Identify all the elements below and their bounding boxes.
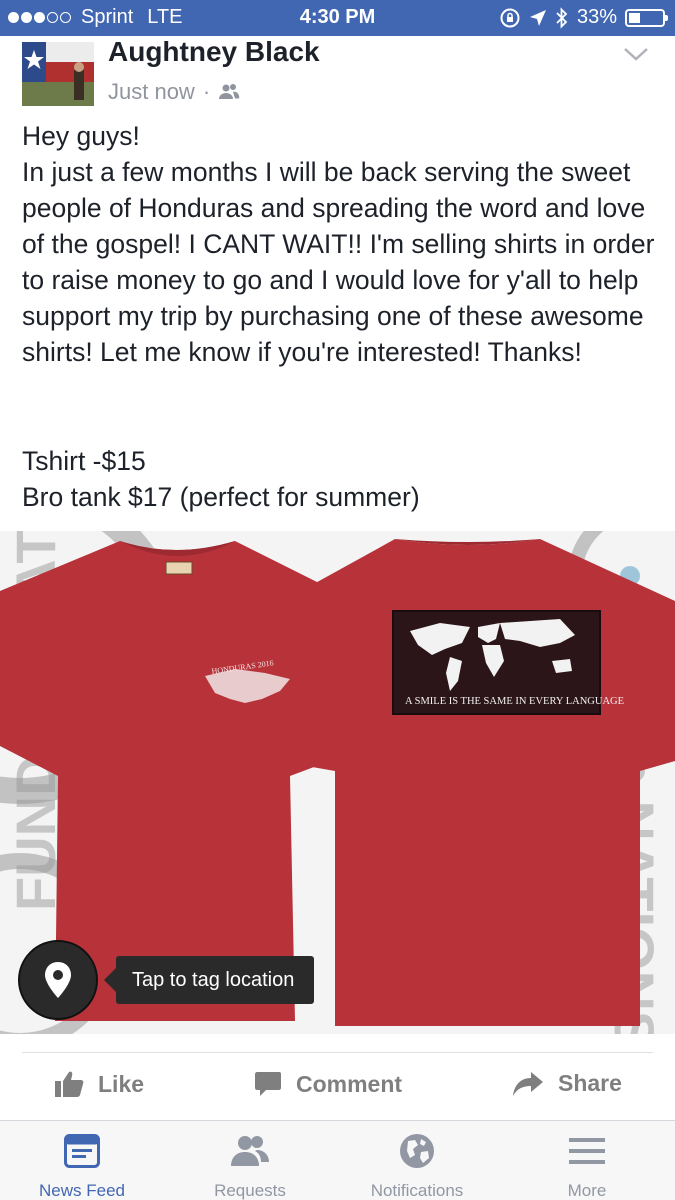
orientation-lock-icon <box>500 8 520 27</box>
tag-location-button[interactable] <box>18 940 98 1020</box>
status-bar: Sprint LTE 4:30 PM 33% <box>0 0 675 36</box>
avatar[interactable] <box>22 42 94 106</box>
tab-notifications[interactable]: Notifications <box>342 1133 492 1200</box>
post-prices: Tshirt -$15 Bro tank $17 (perfect for su… <box>22 443 662 515</box>
post-meta: Just now · <box>108 79 240 105</box>
chevron-down-icon[interactable] <box>623 46 649 62</box>
news-feed-icon <box>64 1134 100 1168</box>
tab-news-feed[interactable]: News Feed <box>7 1133 157 1200</box>
price-bro-tank: Bro tank $17 (perfect for summer) <box>22 482 420 512</box>
like-button[interactable]: Like <box>54 1070 144 1098</box>
bottom-tab-bar: News Feed Requests Notifications More <box>0 1120 675 1200</box>
tab-requests[interactable]: Requests <box>175 1133 325 1200</box>
comment-button[interactable]: Comment <box>254 1070 402 1098</box>
tab-label-more: More <box>567 1181 607 1200</box>
bluetooth-icon <box>556 6 568 29</box>
price-tshirt: Tshirt -$15 <box>22 446 146 476</box>
like-label: Like <box>98 1070 145 1097</box>
friend-requests-icon <box>231 1136 269 1166</box>
share-button[interactable]: Share <box>512 1070 622 1097</box>
back-print-text: A SMILE IS THE SAME IN EVERY LANGUAGE <box>405 696 624 707</box>
thumbs-up-icon <box>55 1071 84 1097</box>
post-author-name[interactable]: Aughtney Black <box>108 36 320 68</box>
battery-icon <box>625 8 668 27</box>
tab-more[interactable]: More <box>512 1133 662 1200</box>
post-message: Hey guys! In just a few months I will be… <box>22 121 655 367</box>
comment-label: Comment <box>296 1070 403 1097</box>
tab-label-notifications: Notifications <box>370 1181 464 1200</box>
meta-separator: · <box>202 79 211 104</box>
menu-icon <box>569 1138 605 1164</box>
post-actions: Like Comment Share <box>0 1056 675 1120</box>
tag-location-tooltip[interactable]: Tap to tag location <box>103 956 315 1004</box>
front-neck-tag <box>165 561 193 575</box>
tab-label-news-feed: News Feed <box>39 1181 125 1200</box>
actions-divider <box>22 1052 653 1053</box>
share-label: Share <box>558 1070 622 1096</box>
status-icons: 33% <box>499 6 668 29</box>
friends-icon <box>219 84 240 99</box>
globe-icon <box>400 1134 434 1168</box>
comment-icon <box>255 1072 281 1096</box>
post-timestamp[interactable]: Just now <box>108 79 195 105</box>
location-arrow-icon <box>529 9 546 26</box>
tab-label-requests: Requests <box>214 1181 286 1200</box>
location-pin-icon <box>45 962 71 998</box>
share-arrow-icon <box>513 1071 543 1096</box>
tag-location-prompt[interactable]: Tap to tag location <box>18 940 315 1020</box>
battery-percent: 33% <box>576 6 617 28</box>
